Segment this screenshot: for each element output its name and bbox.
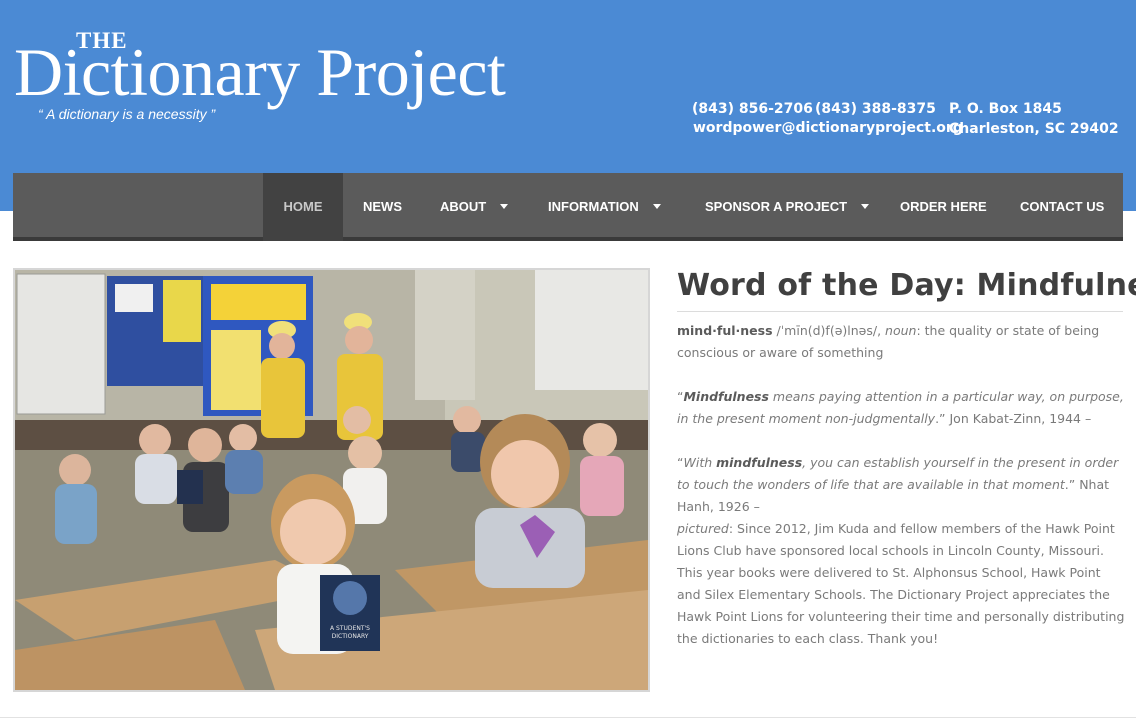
nav-information-label: INFORMATION bbox=[548, 199, 639, 214]
nav-about[interactable]: ABOUT bbox=[440, 173, 509, 241]
student-head bbox=[188, 428, 222, 462]
dictionary-globe bbox=[333, 581, 367, 615]
student-shirt bbox=[451, 432, 485, 472]
student-head bbox=[453, 406, 481, 434]
girl-face bbox=[491, 440, 559, 508]
nav-order-label: ORDER HERE bbox=[900, 199, 987, 214]
main-nav: HOME NEWS ABOUT INFORMATION SPONSOR A PR… bbox=[13, 173, 1123, 241]
pictured-label: pictured bbox=[677, 521, 729, 536]
dropdown-caret-icon bbox=[861, 204, 870, 210]
student-shirt bbox=[580, 456, 624, 516]
whiteboard bbox=[16, 273, 106, 415]
pictured-paragraph: pictured: Since 2012, Jim Kuda and fello… bbox=[677, 518, 1127, 650]
girl-face bbox=[280, 499, 346, 565]
nav-order[interactable]: ORDER HERE bbox=[900, 173, 987, 241]
article-title: Word of the Day: Mindfulness bbox=[677, 268, 1136, 303]
student-head bbox=[348, 436, 382, 470]
definition-paragraph: mind·ful·ness /ˈmīn(d)f(ə)lnəs/, noun: t… bbox=[677, 320, 1127, 364]
nav-home-label: HOME bbox=[283, 199, 323, 214]
student-shirt bbox=[135, 454, 177, 504]
quote-1-word: Mindfulness bbox=[683, 389, 769, 404]
city-address: Charleston, SC 29402 bbox=[949, 121, 1119, 137]
student-head bbox=[59, 454, 91, 486]
student-head bbox=[139, 424, 171, 456]
tagline: “ A dictionary is a necessity ” bbox=[38, 106, 216, 122]
pronunciation: /ˈmīn(d)f(ə)lnəs/, bbox=[772, 323, 886, 338]
phone-1[interactable]: (843) 856-2706 bbox=[692, 101, 813, 117]
nav-contact-label: CONTACT US bbox=[1020, 199, 1105, 214]
nav-information[interactable]: INFORMATION bbox=[548, 173, 661, 241]
nav-about-label: ABOUT bbox=[440, 199, 487, 214]
quote-1: “Mindfulness means paying attention in a… bbox=[677, 386, 1127, 430]
cabinet bbox=[415, 270, 475, 400]
lions-vest bbox=[261, 358, 305, 438]
window bbox=[535, 270, 648, 390]
classroom-photo-illustration: A STUDENT'S DICTIONARY bbox=[15, 270, 648, 690]
dictionary-book bbox=[177, 470, 203, 504]
quote-2-word: mindfulness bbox=[716, 455, 803, 470]
lions-member-head bbox=[345, 326, 373, 354]
nav-home[interactable]: HOME bbox=[263, 173, 343, 241]
nav-news-label: NEWS bbox=[363, 199, 402, 214]
bulletin-window bbox=[115, 284, 153, 312]
book-label-1: A STUDENT'S bbox=[330, 625, 370, 632]
student-head bbox=[583, 423, 617, 457]
lions-member-head bbox=[269, 333, 295, 359]
book-label-2: DICTIONARY bbox=[332, 633, 369, 640]
bulletin-poster bbox=[163, 280, 201, 342]
email-link[interactable]: wordpower@dictionaryproject.org bbox=[693, 120, 963, 136]
quote-1-attribution: .” Jon Kabat-Zinn, 1944 – bbox=[935, 411, 1092, 426]
title-divider bbox=[677, 311, 1123, 312]
pocket-chart-cards bbox=[211, 330, 261, 410]
nav-sponsor[interactable]: SPONSOR A PROJECT bbox=[705, 173, 870, 241]
nav-contact[interactable]: CONTACT US bbox=[1020, 173, 1104, 241]
phone-2[interactable]: (843) 388-8375 bbox=[815, 101, 936, 117]
logo-name-text: Dictionary Project bbox=[14, 34, 506, 110]
nav-sponsor-label: SPONSOR A PROJECT bbox=[705, 199, 848, 214]
footer-divider bbox=[0, 717, 1136, 718]
quote-2: “With mindfulness, you can establish you… bbox=[677, 452, 1127, 518]
dropdown-caret-icon bbox=[500, 204, 509, 210]
classroom-photo: A STUDENT'S DICTIONARY bbox=[13, 268, 650, 692]
student-shirt bbox=[55, 484, 97, 544]
dropdown-caret-icon bbox=[652, 204, 661, 210]
quote-2-with: With bbox=[683, 455, 717, 470]
student-head bbox=[343, 406, 371, 434]
po-box: P. O. Box 1845 bbox=[949, 101, 1062, 117]
pocket-chart-cards bbox=[211, 284, 306, 320]
student-head bbox=[229, 424, 257, 452]
part-of-speech: noun bbox=[885, 323, 917, 338]
headword: mind·ful·ness bbox=[677, 323, 773, 338]
pictured-text: : Since 2012, Jim Kuda and fellow member… bbox=[677, 521, 1125, 646]
nav-news[interactable]: NEWS bbox=[363, 173, 402, 241]
student-shirt bbox=[225, 450, 263, 494]
